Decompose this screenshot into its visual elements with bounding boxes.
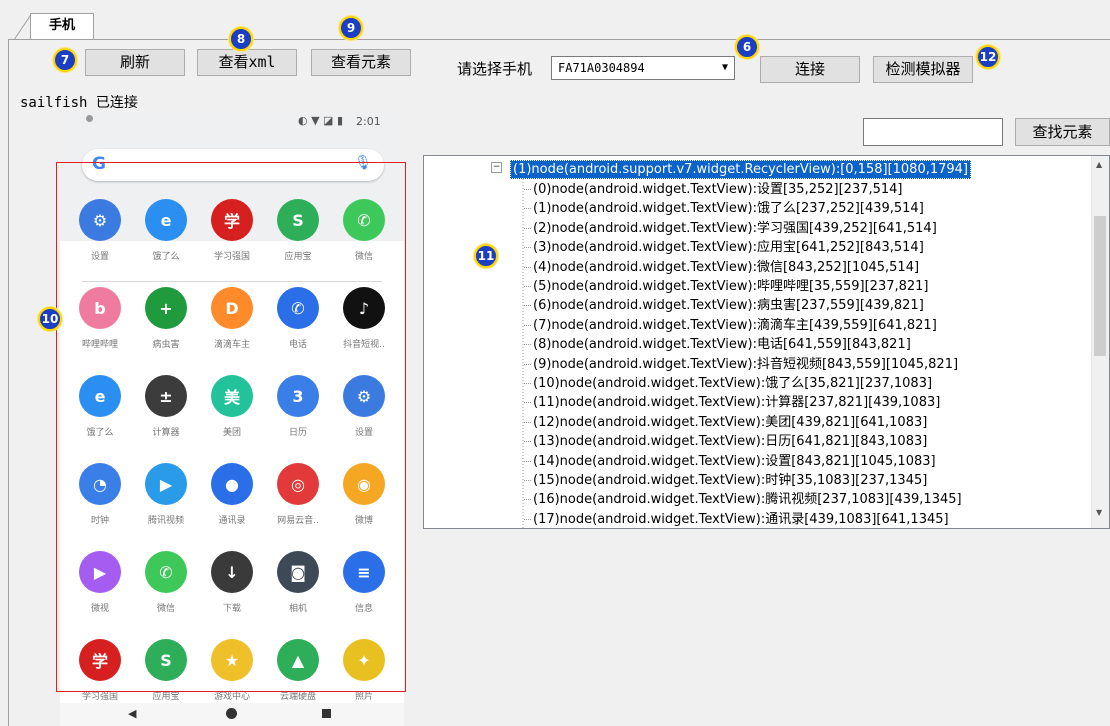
tree-node[interactable]: (13)node(android.widget.TextView):日历[641… [524, 432, 928, 451]
tree-connector [524, 499, 531, 501]
badge-11: 11 [474, 244, 498, 268]
tree-node-label: (11)node(android.widget.TextView):计算器[23… [533, 395, 941, 411]
tree-node[interactable]: (7)node(android.widget.TextView):滴滴车主[43… [524, 316, 937, 335]
tree-connector [524, 363, 531, 366]
tree-node[interactable]: (14)node(android.widget.TextView):设置[843… [524, 452, 936, 471]
tree-connector [524, 227, 531, 230]
tree-connector [524, 460, 531, 463]
navigation-bar: ◀ [60, 703, 404, 726]
tree-guide-lines [522, 179, 524, 528]
badge-12: 12 [976, 45, 1000, 69]
tree-node-label: (2)node(android.widget.TextView):学习强国[43… [533, 220, 937, 236]
recents-icon[interactable] [322, 709, 331, 718]
tree-connector [524, 383, 531, 385]
tree-node-label: (17)node(android.widget.TextView):通讯录[43… [533, 511, 949, 527]
tree-node[interactable]: (3)node(android.widget.TextView):应用宝[641… [524, 238, 924, 257]
tree-node[interactable]: (4)node(android.widget.TextView):微信[843,… [524, 258, 920, 277]
status-icons: ◐ ▼ ◪ ▮ [298, 114, 343, 127]
tree-node-label: (15)node(android.widget.TextView):时钟[35,… [533, 473, 928, 488]
tree-node-label: (12)node(android.widget.TextView):美团[439… [533, 414, 928, 430]
scroll-up-icon[interactable]: ▲ [1096, 160, 1102, 169]
tree-node[interactable]: (11)node(android.widget.TextView):计算器[23… [524, 393, 941, 412]
tree-connector [524, 286, 531, 288]
badge-10: 10 [38, 307, 62, 331]
tree-node-label: (16)node(android.widget.TextView):腾讯视频[2… [533, 492, 962, 508]
view-element-button[interactable]: 查看元素 [311, 49, 411, 76]
chevron-down-icon: ▼ [721, 62, 728, 73]
tree-node[interactable]: (6)node(android.widget.TextView):病虫害[237… [524, 296, 924, 315]
badge-7: 7 [53, 48, 77, 72]
tree-node[interactable]: (2)node(android.widget.TextView):学习强国[43… [524, 219, 937, 238]
selected-element-highlight [56, 162, 406, 692]
tree-node[interactable]: (1)node(android.widget.TextView):饿了么[237… [524, 199, 924, 218]
tree-connector [524, 480, 531, 482]
badge-8: 8 [229, 27, 253, 51]
tree-node-label: (14)node(android.widget.TextView):设置[843… [533, 453, 936, 469]
phone-select[interactable]: FA71A0304894 ▼ [551, 56, 735, 80]
tree-connector [524, 247, 531, 249]
tree-node[interactable]: (9)node(android.widget.TextView):抖音短视频[8… [524, 355, 959, 374]
tree-node[interactable]: (16)node(android.widget.TextView):腾讯视频[2… [524, 490, 962, 509]
connection-status: sailfish 已连接 [20, 95, 138, 111]
tree-node-label: (7)node(android.widget.TextView):滴滴车主[43… [533, 317, 937, 333]
tree-connector [524, 208, 531, 210]
connect-button[interactable]: 连接 [760, 56, 860, 83]
tree-node[interactable]: (12)node(android.widget.TextView):美团[439… [524, 413, 928, 432]
tree-node[interactable]: (10)node(android.widget.TextView):饿了么[35… [524, 374, 933, 393]
back-icon[interactable]: ◀ [128, 707, 136, 720]
tab-phone[interactable]: 手机 [30, 13, 94, 39]
detect-emulator-button[interactable]: 检测模拟器 [873, 56, 973, 83]
scroll-thumb[interactable] [1094, 216, 1106, 356]
view-xml-button[interactable]: 查看xml [197, 49, 297, 76]
tree-connector [524, 402, 531, 404]
tree-connector [524, 344, 531, 346]
tree-connector [524, 441, 531, 443]
tree-root-node[interactable]: (1)node(android.support.v7.widget.Recycl… [510, 160, 972, 179]
tree-node-label: (1)node(android.widget.TextView):饿了么[237… [533, 201, 924, 217]
refresh-button[interactable]: 刷新 [85, 49, 185, 76]
tree-node[interactable]: (17)node(android.widget.TextView):通讯录[43… [524, 510, 949, 528]
tree-node-label: (8)node(android.widget.TextView):电话[641,… [533, 337, 911, 353]
search-input[interactable] [863, 118, 1003, 146]
notification-dot-icon [86, 115, 93, 122]
tree-connector [524, 421, 531, 424]
tab-divider [8, 39, 1110, 40]
tree-connector [524, 189, 531, 191]
status-clock: 2:01 [356, 115, 381, 128]
tree-node-label: (13)node(android.widget.TextView):日历[641… [533, 434, 928, 450]
tree-node[interactable]: (0)node(android.widget.TextView):设置[35,2… [524, 180, 903, 199]
tree-connector [524, 305, 531, 307]
tree-node-label: (10)node(android.widget.TextView):饿了么[35… [533, 376, 933, 391]
tree-node[interactable]: (8)node(android.widget.TextView):电话[641,… [524, 335, 911, 354]
tree-scrollbar[interactable]: ▲ ▼ [1091, 156, 1109, 528]
tree-node[interactable]: (5)node(android.widget.TextView):哔哩哔哩[35… [524, 277, 929, 296]
home-icon[interactable] [226, 708, 237, 719]
select-phone-label: 请选择手机 [457, 60, 533, 78]
tree-node-label: (3)node(android.widget.TextView):应用宝[641… [533, 240, 924, 256]
scroll-down-icon[interactable]: ▼ [1096, 508, 1102, 517]
tree-node-label: (0)node(android.widget.TextView):设置[35,2… [533, 182, 903, 197]
tree-node[interactable]: (15)node(android.widget.TextView):时钟[35,… [524, 471, 928, 490]
find-element-button[interactable]: 查找元素 [1015, 118, 1110, 146]
tree-connector [524, 518, 531, 521]
element-tree[interactable]: − (1)node(android.support.v7.widget.Recy… [423, 155, 1110, 529]
tree-connector [524, 266, 531, 269]
status-bar: ◐ ▼ ◪ ▮ 2:01 [60, 111, 404, 135]
tree-node-label: (9)node(android.widget.TextView):抖音短视频[8… [533, 356, 959, 372]
badge-9: 9 [339, 16, 363, 40]
tree-node-label: (5)node(android.widget.TextView):哔哩哔哩[35… [533, 279, 929, 294]
phone-select-value: FA71A0304894 [558, 61, 645, 75]
badge-6: 6 [735, 35, 759, 59]
left-border [8, 40, 9, 726]
tree-connector [524, 324, 531, 327]
tree-node-label: (6)node(android.widget.TextView):病虫害[237… [533, 298, 924, 314]
tree-node-label: (4)node(android.widget.TextView):微信[843,… [533, 259, 920, 275]
